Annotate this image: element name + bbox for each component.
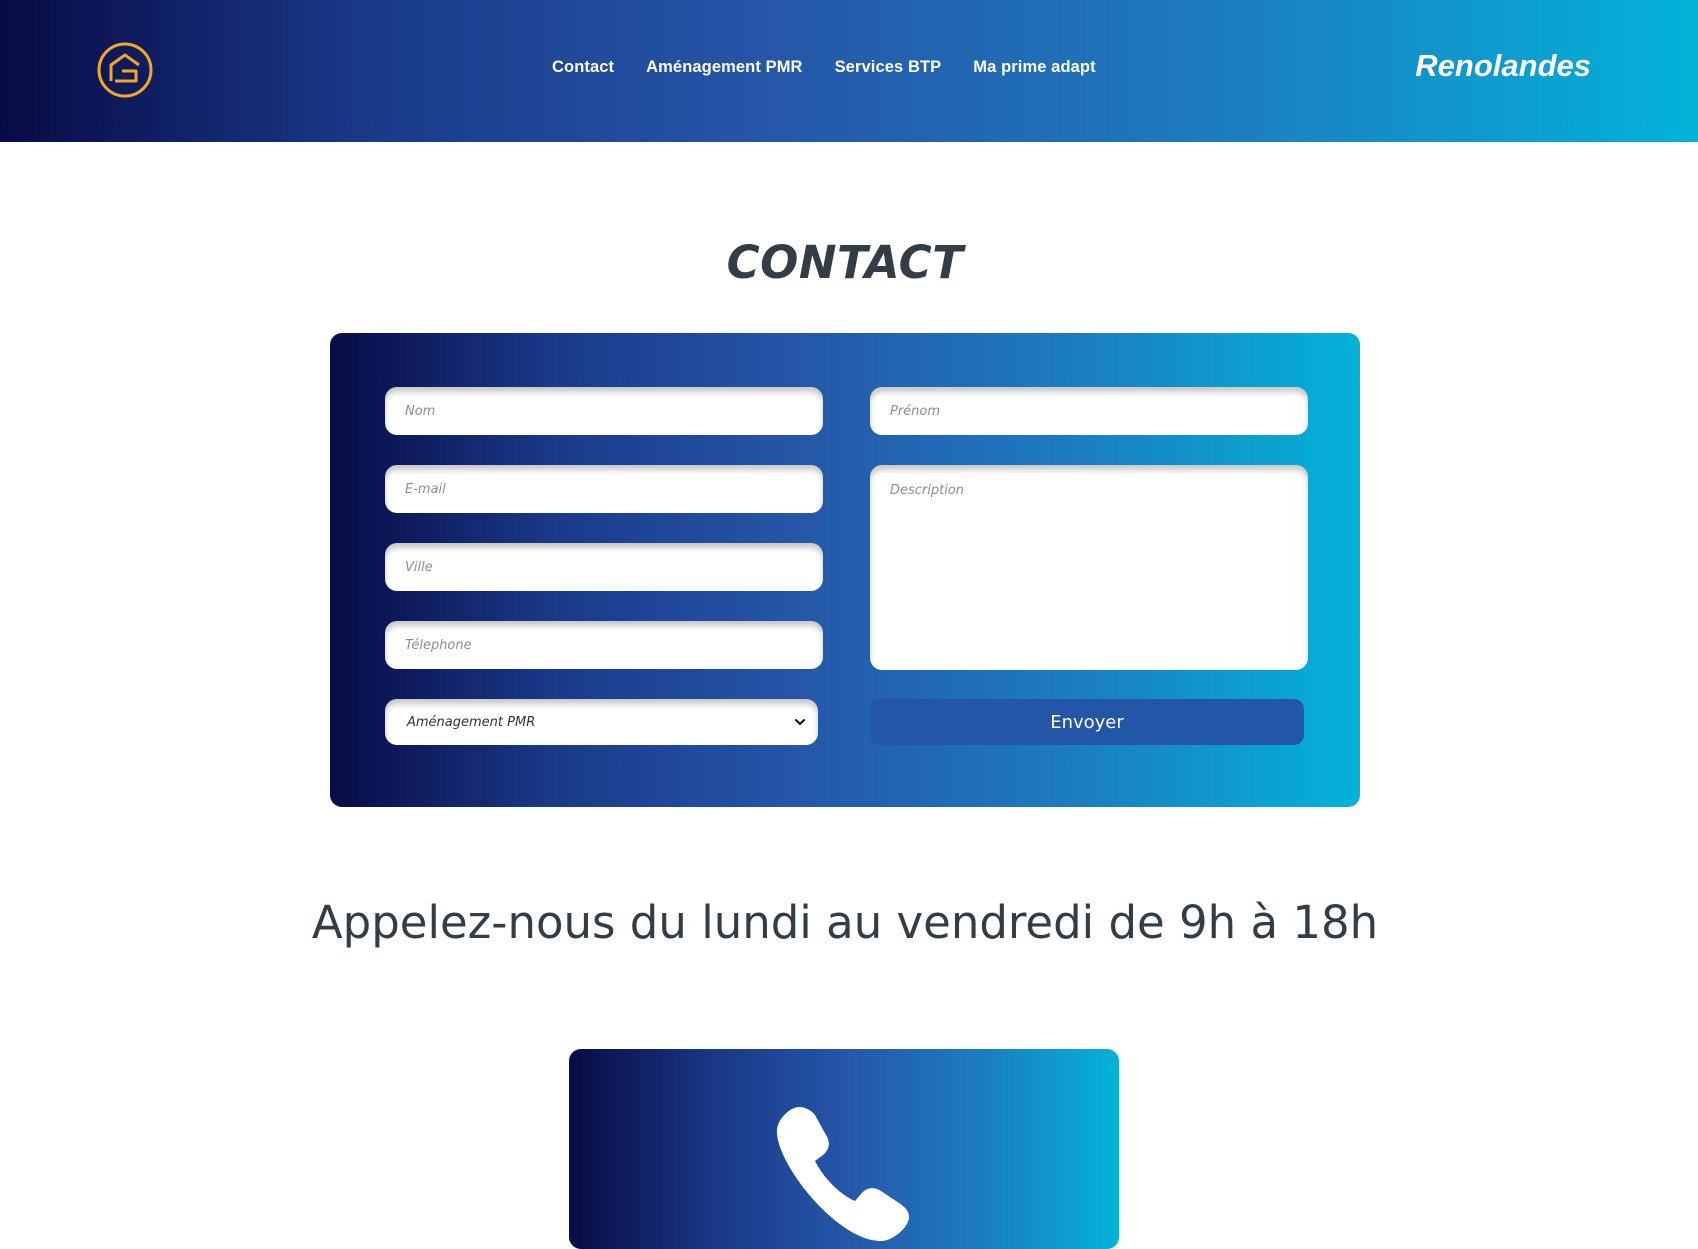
main-nav: Contact Aménagement PMR Services BTP Ma … (552, 58, 1096, 77)
site-header: Contact Aménagement PMR Services BTP Ma … (0, 0, 1698, 142)
email-input[interactable] (385, 465, 823, 513)
contact-form: Aménagement PMR Envoyer (330, 333, 1360, 807)
service-select[interactable]: Aménagement PMR (385, 699, 818, 745)
nav-amenagement-pmr[interactable]: Aménagement PMR (646, 58, 802, 77)
call-hours-heading: Appelez-nous du lundi au vendredi de 9h … (311, 896, 1379, 949)
service-select-value: Aménagement PMR (407, 714, 536, 730)
envoyer-button[interactable]: Envoyer (870, 699, 1304, 745)
chevron-down-icon (795, 719, 805, 725)
prenom-input[interactable] (870, 387, 1308, 435)
call-card[interactable] (569, 1049, 1119, 1249)
phone-icon (776, 1107, 909, 1241)
nav-ma-prime-adapt[interactable]: Ma prime adapt (973, 58, 1095, 77)
telephone-input[interactable] (385, 621, 823, 669)
ville-input[interactable] (385, 543, 823, 591)
page-title: CONTACT (726, 236, 964, 289)
nav-contact[interactable]: Contact (552, 58, 614, 77)
house-logo-icon[interactable] (96, 41, 154, 99)
description-textarea[interactable] (870, 465, 1308, 670)
nom-input[interactable] (385, 387, 823, 435)
brand-name[interactable]: Renolandes (1415, 48, 1591, 84)
nav-services-btp[interactable]: Services BTP (835, 58, 942, 77)
